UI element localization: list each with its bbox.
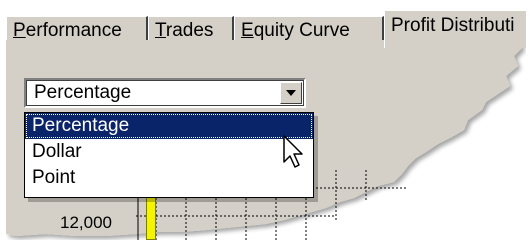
option-percentage[interactable]: Percentage (25, 113, 313, 139)
display-mode-select[interactable]: Percentage (24, 78, 306, 108)
display-mode-dropdown: Percentage Dollar Point (24, 112, 314, 198)
tab-profit-distribution[interactable]: Profit Distributi (384, 10, 526, 48)
tab-equity-curve-label: Equity Curve (241, 20, 350, 41)
option-point[interactable]: Point (25, 165, 313, 191)
dropdown-button[interactable] (280, 82, 302, 104)
chevron-down-icon (286, 90, 296, 96)
option-dollar[interactable]: Dollar (25, 139, 313, 165)
tab-trades-label: Trades (155, 20, 214, 41)
y-axis-tick-label: 12,000 (60, 213, 112, 232)
histogram-bar (146, 196, 156, 240)
tab-performance-label: Performance (13, 20, 122, 41)
mouse-pointer-icon (283, 135, 303, 168)
profit-distribution-window: Performance Trades Equity Curve Profit D… (0, 0, 530, 240)
display-mode-value: Percentage (34, 82, 132, 103)
tab-profit-distribution-label: Profit Distributi (391, 15, 515, 36)
